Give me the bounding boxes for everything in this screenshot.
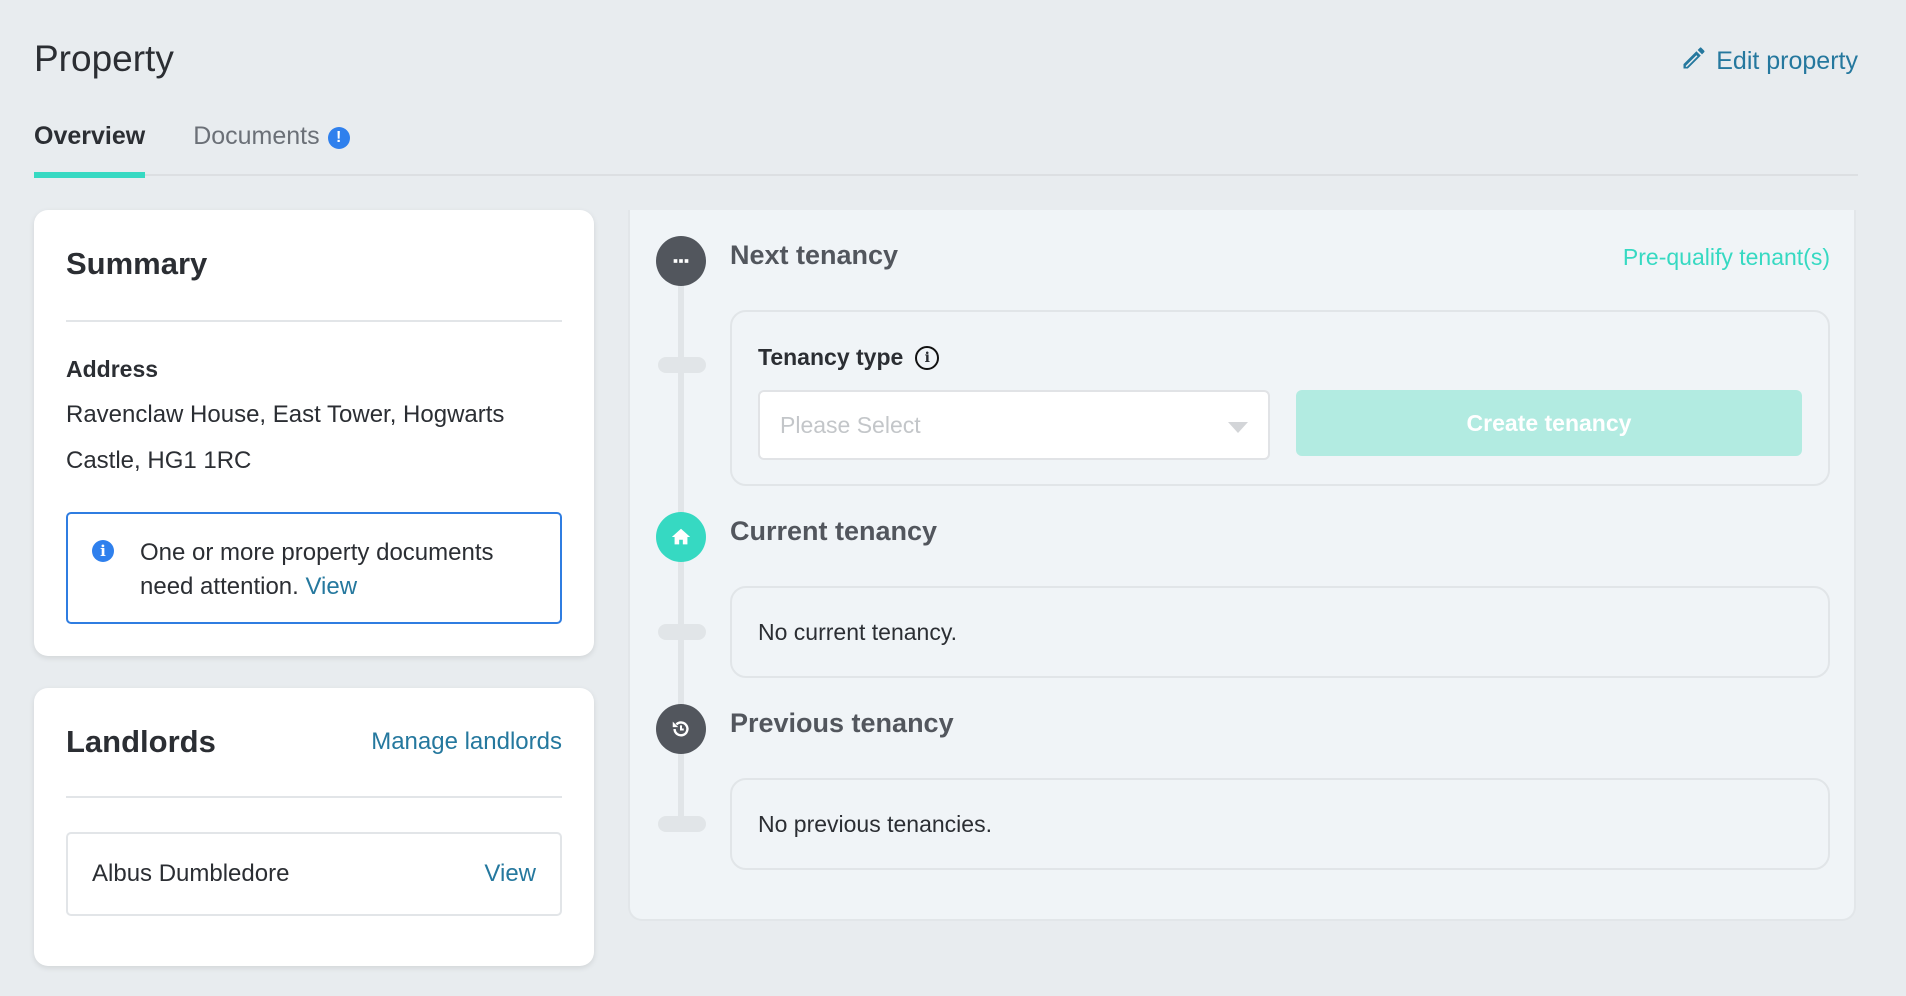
address-value: Ravenclaw House, East Tower, Hogwarts Ca…: [66, 401, 505, 474]
current-tenancy-title: Current tenancy: [730, 516, 938, 546]
tab-documents[interactable]: Documents !: [193, 118, 350, 176]
caret-down-icon: [1228, 422, 1248, 433]
tenancy-type-select[interactable]: Please Select: [758, 390, 1270, 460]
summary-card: Summary Address Ravenclaw House, East To…: [34, 210, 594, 656]
timeline-notch: [658, 357, 706, 373]
info-circle-icon[interactable]: i: [915, 345, 940, 370]
landlords-divider: [66, 796, 562, 798]
page-title: Property: [34, 38, 174, 79]
next-tenancy-title: Next tenancy: [730, 240, 899, 270]
landlord-row: Albus Dumbledore View: [66, 832, 562, 916]
previous-tenancy-empty: No previous tenancies.: [758, 810, 992, 837]
create-tenancy-button[interactable]: Create tenancy: [1296, 390, 1802, 456]
next-tenancy-box: Tenancy type i Please Select Create tena…: [730, 310, 1830, 486]
tab-overview[interactable]: Overview: [34, 118, 146, 178]
current-tenancy-empty: No current tenancy.: [758, 618, 958, 645]
tab-bar: Overview Documents !: [34, 118, 1858, 178]
history-icon: [656, 704, 706, 754]
info-icon: i: [92, 540, 114, 562]
tenancy-timeline: Next tenancy Pre-qualify tenant(s) Tenan…: [628, 210, 1856, 921]
home-icon: [656, 512, 706, 562]
previous-tenancy-box: No previous tenancies.: [730, 778, 1830, 870]
landlords-card: Landlords Manage landlords Albus Dumbled…: [34, 688, 594, 966]
documents-alert: i One or more property documents need at…: [66, 512, 562, 624]
landlord-name: Albus Dumbledore: [92, 860, 290, 887]
previous-tenancy-title: Previous tenancy: [730, 708, 954, 738]
alert-view-link[interactable]: View: [305, 573, 357, 600]
alert-message: One or more property documents need atte…: [140, 536, 540, 622]
current-tenancy-box: No current tenancy.: [730, 586, 1830, 678]
timeline-notch: [658, 624, 706, 640]
tab-overview-label: Overview: [34, 122, 146, 150]
tab-documents-label: Documents: [193, 122, 320, 150]
tenancy-type-text: Tenancy type: [758, 344, 904, 370]
manage-landlords-link[interactable]: Manage landlords: [371, 728, 562, 756]
select-placeholder: Please Select: [780, 411, 921, 438]
edit-property-link[interactable]: Edit property: [1680, 44, 1858, 79]
timeline-notch: [658, 816, 706, 832]
more-dots-icon: [656, 236, 706, 286]
landlord-view-link[interactable]: View: [484, 860, 536, 888]
pencil-icon: [1680, 44, 1708, 79]
prequalify-tenants-link[interactable]: Pre-qualify tenant(s): [1623, 244, 1830, 271]
alert-badge-icon: !: [327, 127, 350, 149]
landlords-title: Landlords: [66, 724, 216, 759]
tenancy-type-label: Tenancy type i: [758, 344, 940, 371]
address-label: Address: [66, 356, 159, 382]
summary-divider: [66, 320, 562, 322]
summary-title: Summary: [66, 246, 208, 281]
edit-property-label: Edit property: [1716, 47, 1858, 75]
